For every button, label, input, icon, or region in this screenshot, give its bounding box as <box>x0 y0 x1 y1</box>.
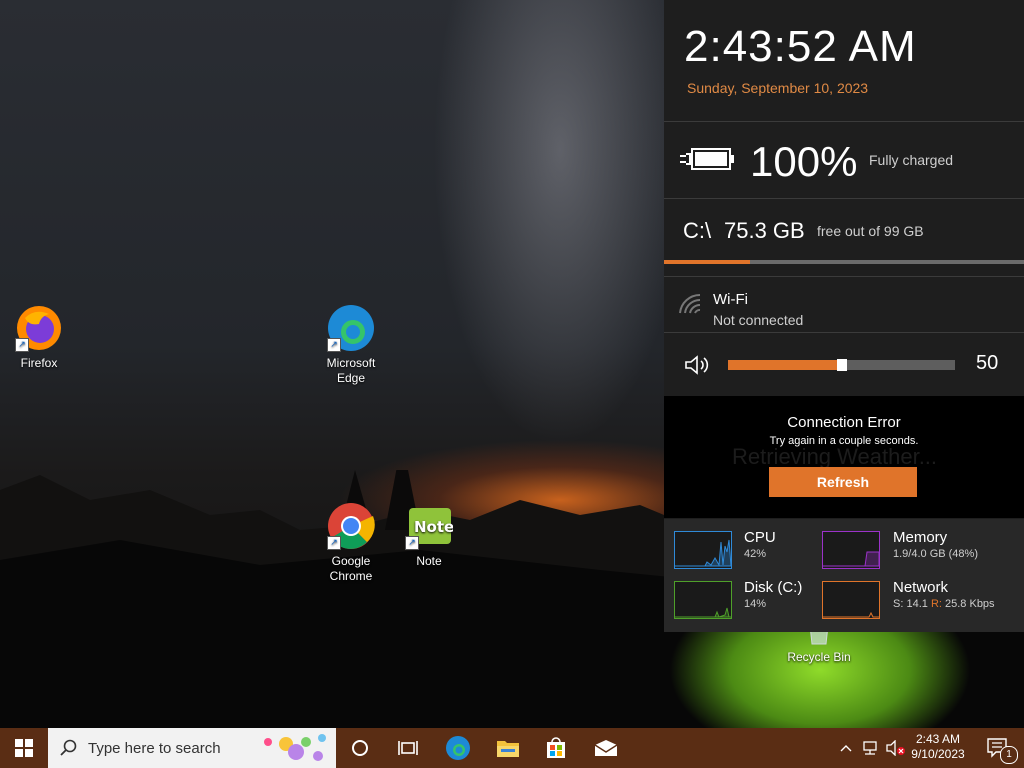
network-ethernet-icon <box>863 741 877 755</box>
taskbar-clock[interactable]: 2:43 AM 9/10/2023 <box>910 732 966 762</box>
refresh-button[interactable]: Refresh <box>769 467 917 497</box>
weather-error-message: Try again in a couple seconds. <box>769 435 919 447</box>
volume-slider-thumb[interactable] <box>836 359 847 371</box>
network-send-label: S: <box>893 598 904 610</box>
search-placeholder: Type here to search <box>88 740 221 757</box>
desktop-icon-chrome[interactable]: ↗ Google Chrome <box>316 502 386 584</box>
wifi-name: Wi-Fi <box>713 291 748 308</box>
speaker-muted-icon <box>886 740 905 756</box>
firefox-icon: ↗ <box>15 304 63 352</box>
clock-date: Sunday, September 10, 2023 <box>687 80 869 96</box>
taskbar-mail-button[interactable] <box>582 728 630 768</box>
wifi-icon <box>679 293 701 314</box>
chevron-up-icon <box>840 745 852 752</box>
network-send-value: 14.1 <box>906 598 928 610</box>
disk-activity-label: Disk (C:) <box>744 579 803 596</box>
svg-text:Note: Note <box>414 518 453 536</box>
battery-status: Fully charged <box>869 152 954 168</box>
desktop-icon-label: Microsoft Edge <box>326 356 376 385</box>
taskbar-search-box[interactable]: Type here to search <box>48 728 336 768</box>
store-icon <box>547 737 565 758</box>
wifi-status: Not connected <box>713 312 804 328</box>
action-center-button[interactable]: 1 <box>978 728 1018 768</box>
note-icon: Note ↗ <box>405 502 454 550</box>
taskbar-file-explorer-button[interactable] <box>484 728 532 768</box>
disk-graph <box>674 581 732 619</box>
taskbar-clock-time: 2:43 AM <box>915 732 961 746</box>
tray-network-button[interactable] <box>858 728 882 768</box>
chrome-icon: ↗ <box>327 502 375 550</box>
network-label: Network <box>893 579 949 596</box>
desktop-icon-label: Recycle Bin <box>787 650 851 664</box>
disk-free-space: 75.3 GB <box>724 218 805 243</box>
cortana-button[interactable] <box>336 728 384 768</box>
clock-time: 2:43:52 AM <box>684 22 917 71</box>
network-value: S: 14.1 R: 25.8 Kbps <box>893 598 995 610</box>
shortcut-arrow-icon: ↗ <box>405 536 419 550</box>
disk-usage-fill <box>664 260 751 264</box>
mail-icon <box>594 740 618 756</box>
performance-widget: CPU 42% Memory 1.9/4.0 GB (48%) Disk (C:… <box>664 519 1024 632</box>
task-view-button[interactable] <box>384 728 432 768</box>
tray-volume-button[interactable] <box>884 728 908 768</box>
task-view-icon <box>398 741 418 755</box>
desktop-icon-label: Google Chrome <box>329 554 373 583</box>
cpu-graph <box>674 531 732 569</box>
show-hidden-icons-button[interactable] <box>836 728 856 768</box>
folder-icon <box>497 741 519 757</box>
edge-icon: ↗ <box>327 304 375 352</box>
weather-widget: Retrieving Weather... Connection Error T… <box>664 396 1024 518</box>
disk-total-text: free out of 99 GB <box>817 223 924 239</box>
desktop-icon-firefox[interactable]: ↗ Firefox <box>4 304 74 371</box>
volume-slider[interactable] <box>728 359 955 371</box>
cortana-circle-icon <box>352 740 368 756</box>
speaker-icon[interactable] <box>684 354 712 376</box>
taskbar-store-button[interactable] <box>532 728 580 768</box>
volume-value: 50 <box>976 352 999 374</box>
memory-label: Memory <box>893 529 948 546</box>
network-graph <box>822 581 880 619</box>
search-icon <box>60 739 77 756</box>
desktop-icon-label: Note <box>416 554 442 568</box>
memory-value: 1.9/4.0 GB (48%) <box>893 548 978 560</box>
memory-graph <box>822 531 880 569</box>
cpu-label: CPU <box>744 529 776 546</box>
edge-icon <box>446 736 470 760</box>
battery-icon <box>680 148 734 170</box>
desktop-icon-label: Firefox <box>20 356 58 370</box>
disk-activity-value: 14% <box>744 598 767 610</box>
taskbar-edge-button[interactable] <box>434 728 482 768</box>
shortcut-arrow-icon: ↗ <box>327 338 341 352</box>
taskbar-clock-date: 9/10/2023 <box>911 747 965 761</box>
notification-count-badge: 1 <box>1000 746 1018 764</box>
shortcut-arrow-icon: ↗ <box>15 338 29 352</box>
windows-logo-icon <box>15 739 33 757</box>
widget-panel: 2:43:52 AM Sunday, September 10, 2023 10… <box>664 0 1024 632</box>
start-button[interactable] <box>0 728 48 768</box>
search-highlight-flowers-icon <box>264 734 326 761</box>
network-receive-value: 25.8 Kbps <box>945 598 995 610</box>
disk-drive-label: C:\ <box>683 218 712 243</box>
desktop-icon-note[interactable]: Note ↗ Note <box>394 502 464 569</box>
disk-usage-bar <box>664 260 1024 264</box>
shortcut-arrow-icon: ↗ <box>327 536 341 550</box>
battery-percent: 100% <box>750 138 858 185</box>
network-receive-label: R: <box>930 598 942 610</box>
taskbar: Type here to search 2:43 AM 9/10/2023 1 <box>0 728 1024 768</box>
cpu-value: 42% <box>744 548 767 560</box>
weather-error-title: Connection Error <box>787 414 901 431</box>
desktop-icon-edge[interactable]: ↗ Microsoft Edge <box>316 304 386 386</box>
volume-slider-fill <box>728 360 842 370</box>
